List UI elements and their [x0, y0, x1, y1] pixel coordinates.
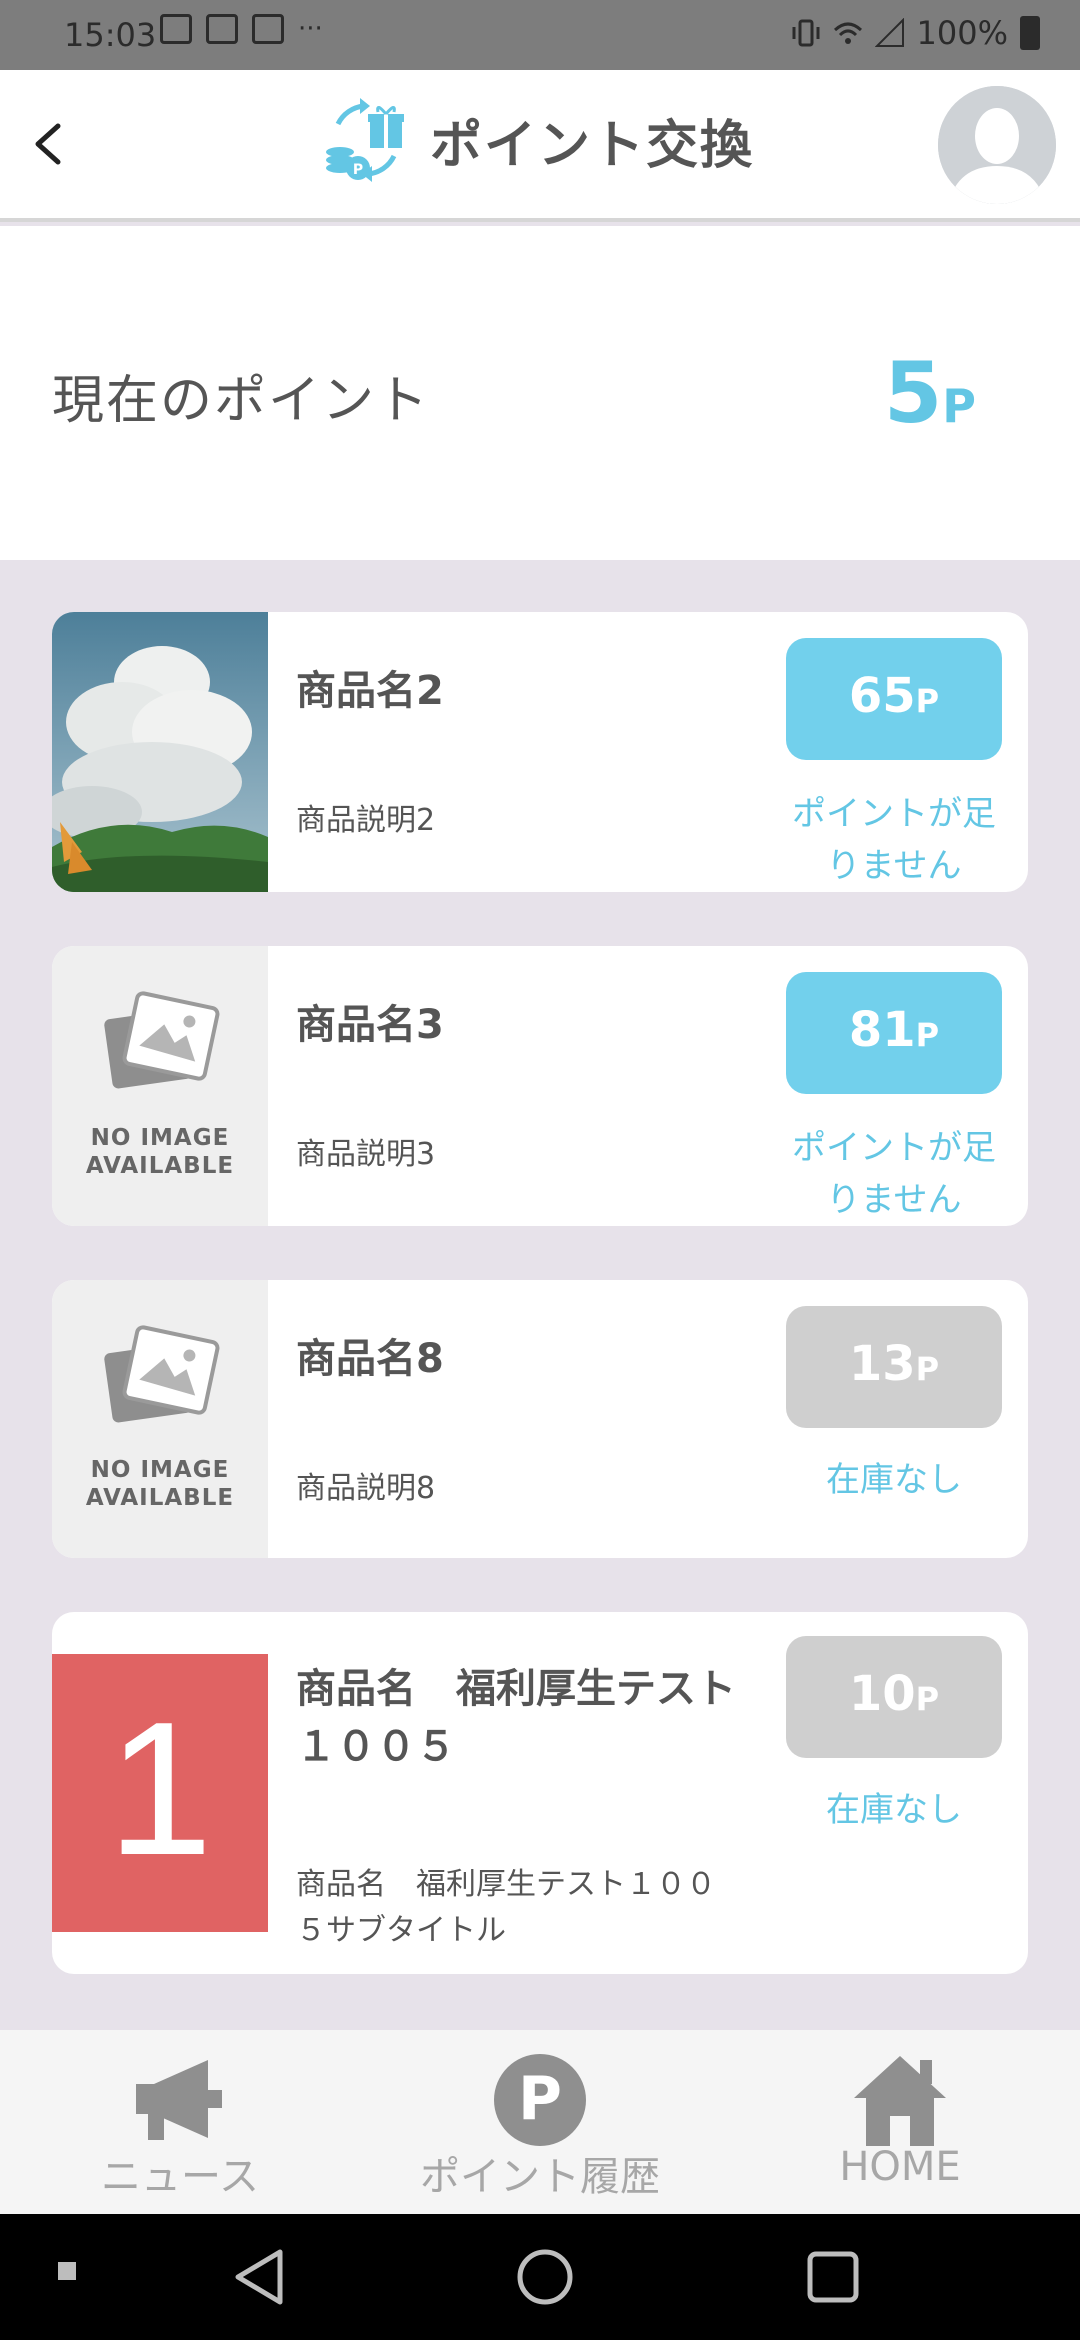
battery-icon [1020, 16, 1040, 50]
product-image [52, 612, 268, 892]
price-value: 65 [848, 668, 916, 724]
user-avatar-icon [938, 86, 1056, 204]
battery-percent: 100% [916, 14, 1008, 52]
nav-label-home: HOME [839, 2144, 961, 2190]
no-image-line1: NO IMAGE [90, 1457, 230, 1483]
recents-dot-icon [58, 2262, 76, 2280]
avatar[interactable] [938, 86, 1056, 204]
no-image-icon [104, 1325, 220, 1423]
header-title-group: P ポイント交換 [320, 94, 754, 186]
status-bar: 15:03 ··· 100% [0, 0, 1080, 70]
home-icon [854, 2056, 946, 2146]
no-image-icon [104, 991, 220, 1089]
product-status: 在庫なし [826, 1460, 962, 1500]
product-name: 商品名 福利厚生テスト１００５ [296, 1666, 736, 1770]
price-value: 10 [848, 1666, 916, 1722]
price-unit: P [915, 1680, 940, 1718]
current-points-number: 5 [883, 344, 943, 442]
megaphone-icon [136, 2060, 222, 2140]
app-header: P ポイント交換 [0, 70, 1080, 222]
no-image-placeholder: NO IMAGE AVAILABLE [52, 946, 268, 1226]
gallery-icon [160, 14, 192, 44]
current-points-unit: P [942, 379, 976, 433]
price-value: 81 [848, 1002, 916, 1058]
product-image: 1 [52, 1654, 268, 1932]
exchange-price-button[interactable]: 81 P [786, 972, 1002, 1094]
back-triangle-icon[interactable] [232, 2248, 286, 2306]
nav-item-home[interactable]: HOME [720, 2030, 1080, 2214]
product-description: 商品説明2 [296, 803, 436, 838]
system-indicators: 100% [791, 14, 1040, 52]
back-button[interactable] [18, 114, 78, 174]
no-image-line2: AVAILABLE [85, 1485, 235, 1511]
page-title: ポイント交換 [430, 115, 755, 176]
price-unit: P [915, 1016, 940, 1054]
nav-item-point-history[interactable]: P ポイント履歴 [360, 2030, 720, 2214]
product-name: 商品名8 [296, 1336, 444, 1382]
overview-square-icon[interactable] [806, 2250, 860, 2304]
product-card[interactable]: 商品名2 商品説明2 65 P ポイントが足りません [52, 612, 1028, 892]
current-points-label: 現在のポイント [52, 371, 431, 431]
sky-clouds-photo [52, 612, 268, 892]
no-image-placeholder: NO IMAGE AVAILABLE [52, 1280, 268, 1558]
no-image-text: NO IMAGE AVAILABLE [52, 1124, 268, 1180]
point-p-letter: P [518, 2064, 562, 2134]
more-notifications-icon: ··· [298, 14, 323, 44]
price-unit: P [915, 682, 940, 720]
nav-label-news: ニュース [101, 2154, 259, 2200]
product-card[interactable]: NO IMAGE AVAILABLE 商品名3 商品説明3 81 P ポイントが足… [52, 946, 1028, 1226]
product-status: 在庫なし [826, 1790, 962, 1830]
product-card[interactable]: NO IMAGE AVAILABLE 商品名8 商品説明8 13 P 在庫なし [52, 1280, 1028, 1558]
price-value: 13 [848, 1336, 916, 1392]
chevron-left-icon [35, 123, 61, 165]
exchange-price-button[interactable]: 13 P [786, 1306, 1002, 1428]
exchange-price-button[interactable]: 65 P [786, 638, 1002, 760]
nav-label-point-history: ポイント履歴 [420, 2154, 660, 2200]
price-unit: P [915, 1350, 940, 1388]
product-name: 商品名3 [296, 1002, 444, 1048]
no-image-line2: AVAILABLE [85, 1153, 235, 1179]
wifi-icon [833, 22, 862, 44]
home-circle-icon[interactable] [516, 2248, 574, 2306]
keyboard-icon [206, 14, 238, 44]
no-image-text: NO IMAGE AVAILABLE [52, 1456, 268, 1512]
no-image-line1: NO IMAGE [90, 1125, 230, 1151]
signal-icon [874, 18, 904, 47]
current-points-value: 5P [884, 344, 976, 442]
svg-text:P: P [353, 162, 363, 178]
nav-item-news[interactable]: ニュース [0, 2030, 360, 2214]
product-status: ポイントが足りません [792, 1128, 996, 1220]
exchange-price-button[interactable]: 10 P [786, 1636, 1002, 1758]
system-navigation-bar [0, 2214, 1080, 2340]
product-card[interactable]: 1 商品名 福利厚生テスト１００５ 商品名 福利厚生テスト１００５サブタイトル … [52, 1612, 1028, 1974]
product-description: 商品説明8 [296, 1471, 436, 1506]
notification-icons: ··· [160, 14, 323, 44]
current-points-panel: 現在のポイント 5P [0, 226, 1080, 560]
product-name: 商品名2 [296, 668, 444, 714]
red-number-1: 1 [107, 1683, 213, 1895]
product-description: 商品名 福利厚生テスト１００５サブタイトル [296, 1867, 716, 1948]
point-exchange-icon: P [326, 98, 404, 182]
vibrate-icon [792, 19, 820, 47]
product-description: 商品説明3 [296, 1137, 436, 1172]
status-time: 15:03 [64, 16, 157, 54]
product-status: ポイントが足りません [792, 794, 996, 886]
mail-icon [252, 14, 284, 44]
bottom-navigation: ニュース P ポイント履歴 HOME [0, 2030, 1080, 2214]
